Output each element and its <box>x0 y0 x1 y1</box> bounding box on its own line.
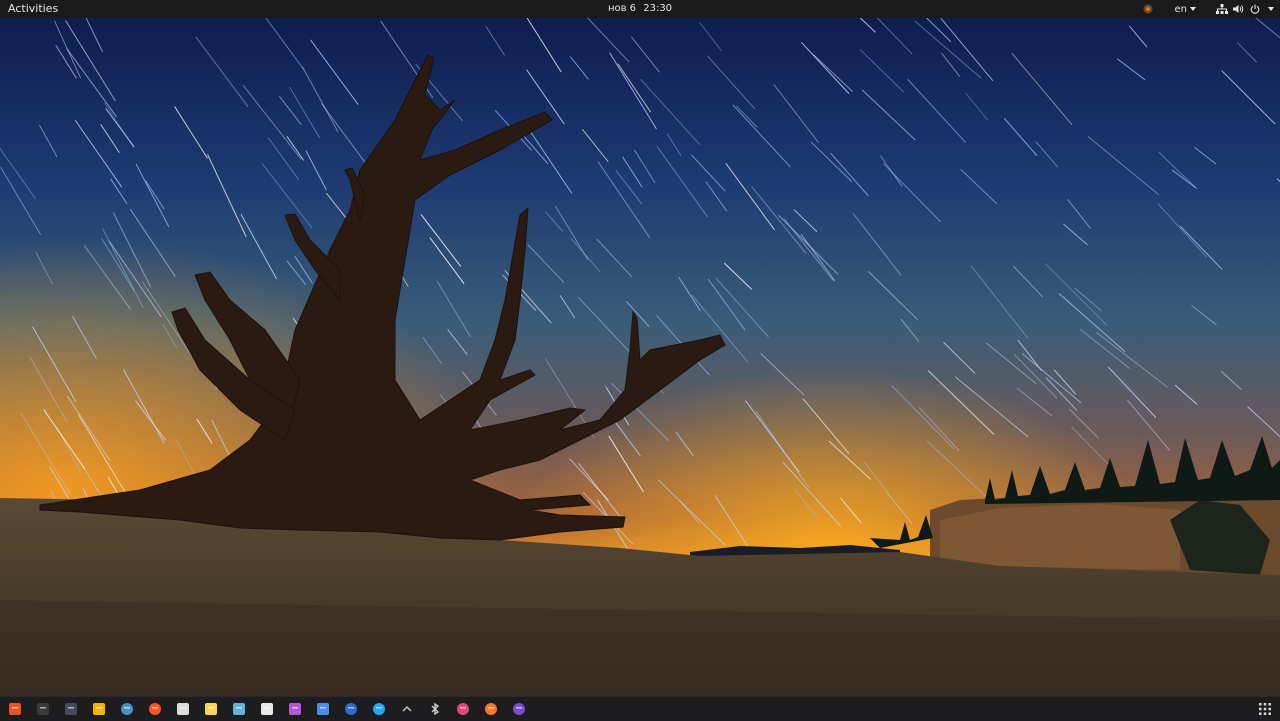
terminal-alt-launcher[interactable] <box>64 702 78 716</box>
chevron-down-icon <box>1190 7 1196 11</box>
keyboard-layout-button[interactable]: en <box>1174 0 1196 18</box>
clock-launcher[interactable] <box>120 702 134 716</box>
app-grid-icon[interactable] <box>1259 703 1271 715</box>
video-editor-icon <box>289 703 301 715</box>
tray-chevron-icon <box>402 706 412 712</box>
document-icon <box>317 703 329 715</box>
terminal-launcher[interactable] <box>36 702 50 716</box>
system-menu-button[interactable] <box>1216 0 1274 18</box>
text-editor-icon <box>93 703 105 715</box>
top-bar: Activities нов 6 23:30 en <box>0 0 1280 18</box>
visual-studio-icon <box>513 703 525 715</box>
volume-icon <box>1233 5 1244 13</box>
activities-button[interactable]: Activities <box>8 2 58 16</box>
brave-browser-icon <box>149 703 161 715</box>
notes-icon <box>205 703 217 715</box>
screen-recorder-button[interactable] <box>1143 0 1175 18</box>
software-center-icon <box>9 703 21 715</box>
visual-studio-launcher[interactable] <box>512 702 526 716</box>
brave-browser-launcher[interactable] <box>148 702 162 716</box>
blender-icon <box>485 703 497 715</box>
desktop-wallpaper <box>0 0 1280 720</box>
network-icon <box>1216 4 1228 14</box>
color-picker-launcher[interactable] <box>456 702 470 716</box>
taskbar-dock <box>0 696 1280 721</box>
date-label: нов 6 <box>607 3 637 14</box>
bluetooth-icon <box>431 702 440 716</box>
settings-tool-icon <box>233 703 245 715</box>
files-icon <box>177 703 189 715</box>
vpn-launcher[interactable] <box>344 702 358 716</box>
text-editor-launcher[interactable] <box>92 702 106 716</box>
task-list-launcher[interactable] <box>260 702 274 716</box>
vscode-icon <box>373 703 385 715</box>
blender-launcher[interactable] <box>484 702 498 716</box>
tray-chevron-launcher[interactable] <box>400 702 414 716</box>
screen-recorder-icon <box>1143 4 1152 14</box>
terminal-alt-icon <box>65 703 77 715</box>
chevron-down-icon <box>1268 7 1274 11</box>
task-list-icon <box>261 703 273 715</box>
clock-date-button[interactable]: нов 6 23:30 <box>608 2 672 16</box>
settings-tool-launcher[interactable] <box>232 702 246 716</box>
keyboard-layout-label: en <box>1174 3 1188 15</box>
software-center-launcher[interactable] <box>8 702 22 716</box>
bluetooth-launcher[interactable] <box>428 702 442 716</box>
document-launcher[interactable] <box>316 702 330 716</box>
files-launcher[interactable] <box>176 702 190 716</box>
time-label: 23:30 <box>643 3 673 14</box>
power-icon <box>1250 4 1260 14</box>
system-tray: en <box>1143 0 1274 18</box>
vpn-icon <box>345 703 357 715</box>
color-picker-icon <box>457 703 469 715</box>
video-editor-launcher[interactable] <box>288 702 302 716</box>
notes-launcher[interactable] <box>204 702 218 716</box>
vscode-launcher[interactable] <box>372 702 386 716</box>
terminal-icon <box>37 703 49 715</box>
clock-icon <box>121 703 133 715</box>
